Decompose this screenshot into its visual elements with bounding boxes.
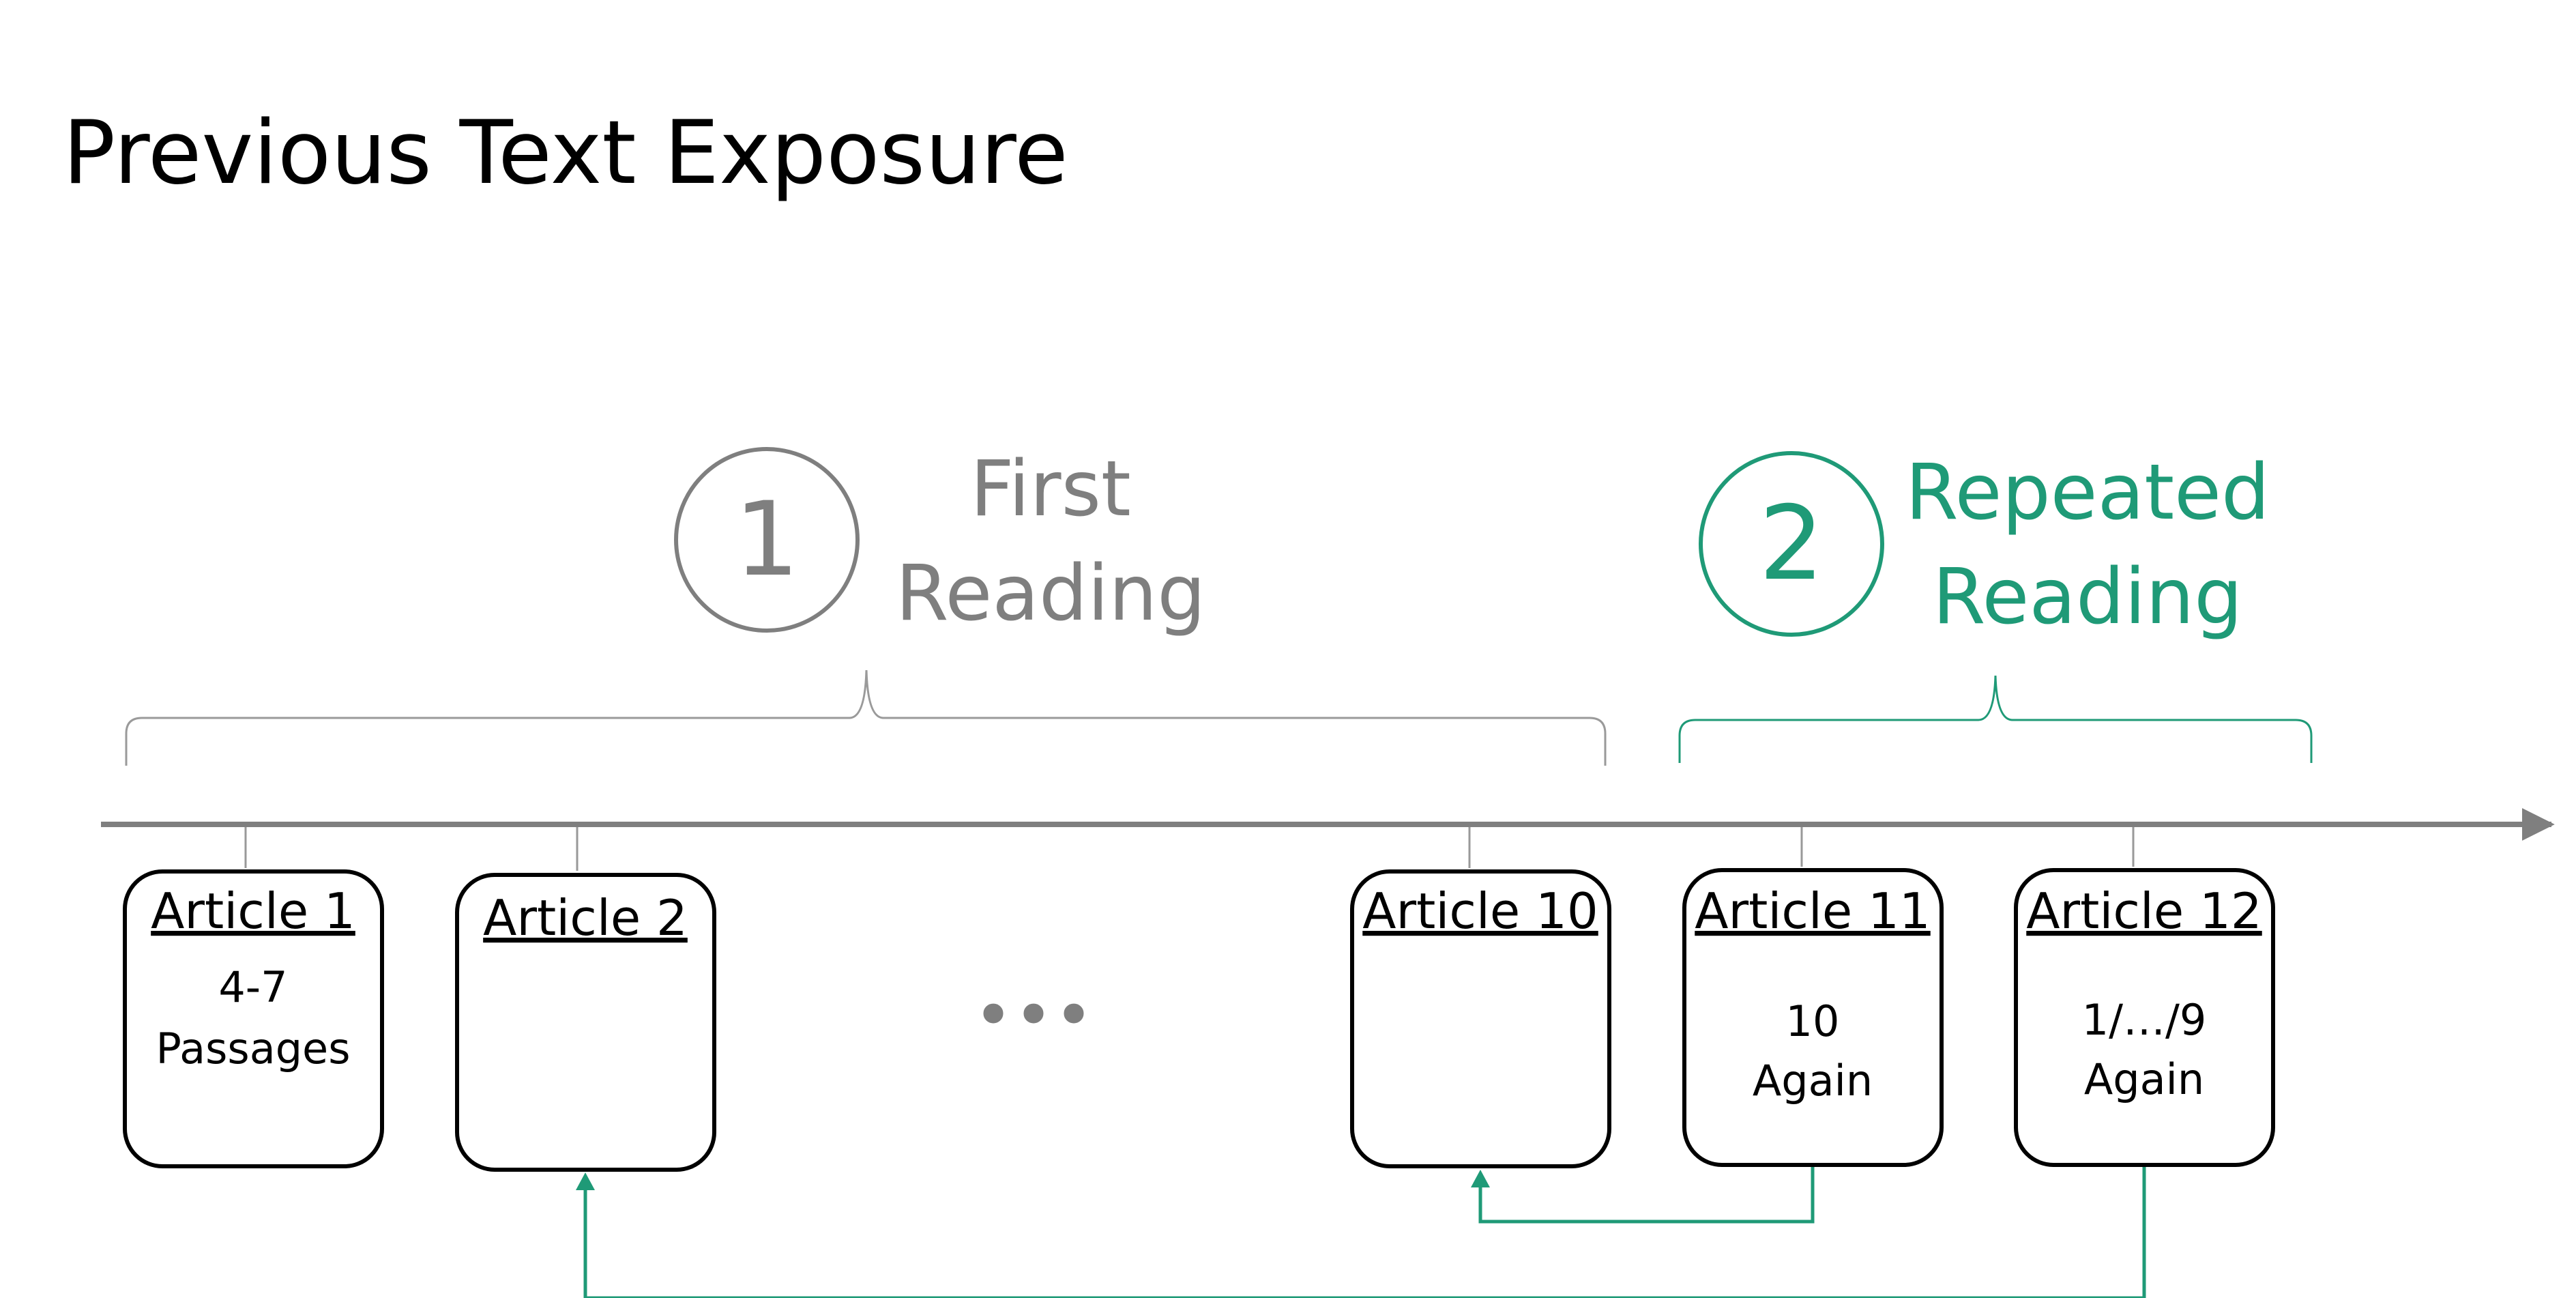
phase-2-label-line2: Reading: [1933, 553, 2243, 641]
article-detail-line2: Again: [1753, 1056, 1873, 1106]
phase-1-label-line1: First: [970, 445, 1131, 534]
phase-1-label-line2: Reading: [896, 549, 1206, 638]
page-title: Previous Text Exposure: [63, 102, 1068, 204]
ellipsis: •••: [974, 975, 1094, 1055]
article-title: Article 10: [1362, 882, 1598, 940]
phase-1-brace: [125, 669, 1607, 766]
article-box-1: Article 1 4-7 Passages: [123, 869, 384, 1168]
article-title: Article 1: [151, 882, 355, 940]
article-box-10: Article 10: [1350, 869, 1611, 1168]
phase-2-number: 2: [1759, 485, 1824, 603]
article-detail-line1: 1/…/9: [2082, 995, 2207, 1045]
article-box-11: Article 11 10 Again: [1682, 868, 1944, 1167]
repeat-arrow-article-12-to-2: [576, 1167, 2146, 1298]
article-title: Article 2: [483, 889, 688, 947]
article-detail-line2: Passages: [156, 1024, 351, 1073]
article-detail-line2: Again: [2084, 1054, 2204, 1104]
diagram-canvas: Previous Text Exposure 1 First Reading 2…: [63, 102, 2555, 1298]
article-title: Article 11: [1695, 882, 1930, 940]
phase-2-brace: [1678, 675, 2313, 763]
article-box-12: Article 12 1/…/9 Again: [2014, 868, 2275, 1167]
article-box-2: Article 2: [455, 873, 716, 1172]
article-detail-line1: 4-7: [218, 962, 287, 1012]
repeat-arrow-article-11-to-10: [1471, 1167, 1815, 1224]
phase-1-number: 1: [734, 480, 799, 599]
article-detail-line1: 10: [1786, 996, 1840, 1046]
phase-2-label-line1: Repeated: [1905, 448, 2270, 537]
article-title: Article 12: [2026, 882, 2262, 940]
